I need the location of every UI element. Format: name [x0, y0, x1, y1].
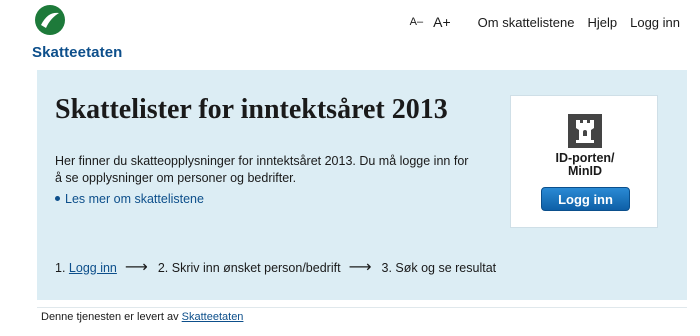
brand-name: Skatteetaten: [32, 44, 123, 61]
site-header: Skatteetaten A– A+ Om skattelistene Hjel…: [0, 0, 700, 70]
step1-login-link[interactable]: Logg inn: [69, 261, 117, 275]
castle-tower-icon: [568, 114, 602, 148]
step2-text: 2. Skriv inn ønsket person/bedrift: [157, 261, 341, 275]
read-more-link[interactable]: Les mer om skattelistene: [55, 192, 204, 206]
bullet-icon: [55, 196, 60, 202]
main-panel: Skattelister for inntektsåret 2013 Her f…: [37, 70, 687, 300]
nav-link-logg-inn[interactable]: Logg inn: [630, 15, 680, 30]
login-box: ID-porten/ MinID Logg inn: [510, 95, 658, 228]
nav-link-hjelp[interactable]: Hjelp: [587, 15, 617, 30]
footer: Denne tjenesten er levert av Skatteetate…: [37, 307, 687, 325]
decrease-font-button[interactable]: A–: [410, 16, 423, 28]
provider-name-line2: MinID: [567, 164, 603, 178]
arrow-right-icon: ⟶: [124, 259, 148, 276]
read-more-label: Les mer om skattelistene: [65, 192, 204, 206]
step1-prefix: 1.: [55, 261, 66, 275]
arrow-right-icon: ⟶: [348, 259, 372, 276]
top-navigation: A– A+ Om skattelistene Hjelp Logg inn: [410, 12, 680, 32]
intro-text: Her finner du skatteopplysninger for inn…: [55, 154, 469, 185]
skatteetaten-logo[interactable]: Skatteetaten: [28, 4, 128, 64]
footer-skatteetaten-link[interactable]: Skatteetaten: [182, 311, 244, 323]
login-button[interactable]: Logg inn: [541, 187, 630, 211]
step3-text: 3. Søk og se resultat: [381, 261, 497, 275]
increase-font-button[interactable]: A+: [433, 14, 451, 30]
nav-link-om-skattelistene[interactable]: Om skattelistene: [478, 15, 575, 30]
skatteetaten-logo-icon: [35, 5, 65, 35]
login-steps: 1. Logg inn ⟶ 2. Skriv inn ønsket person…: [55, 260, 496, 276]
page-title: Skattelister for inntektsåret 2013: [55, 94, 448, 125]
footer-text: Denne tjenesten er levert av: [41, 311, 179, 323]
